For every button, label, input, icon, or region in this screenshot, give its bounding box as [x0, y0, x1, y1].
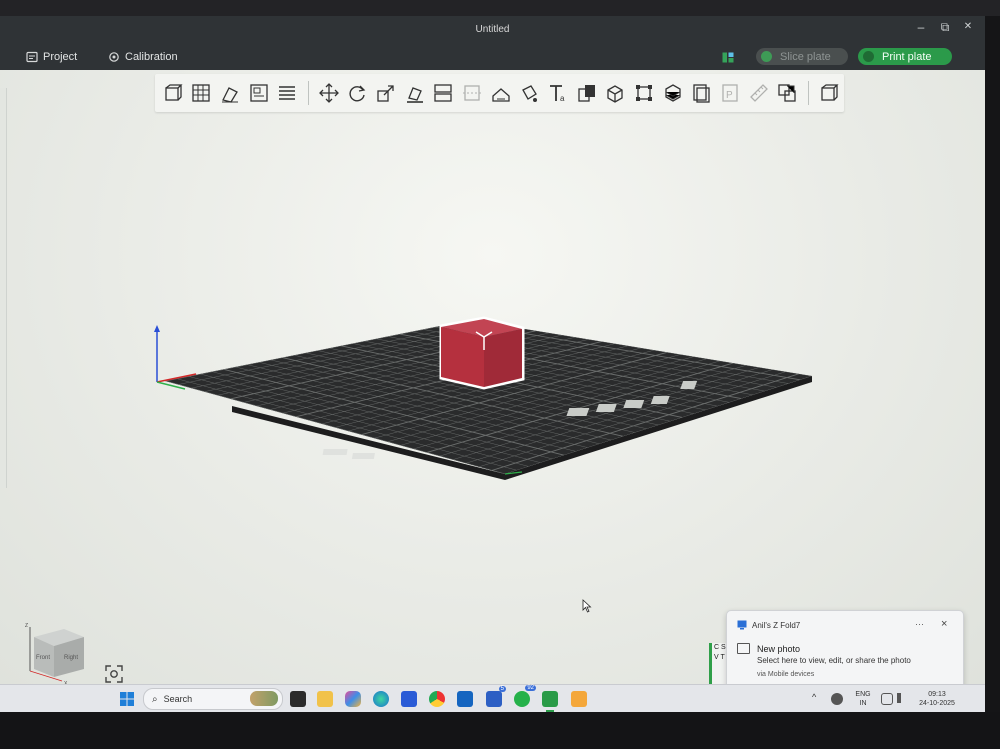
cube-left-face	[441, 327, 484, 387]
model-cube[interactable]	[439, 316, 525, 390]
taskbar-search[interactable]: ⌕ Search	[143, 688, 283, 710]
cube-right-face	[484, 329, 522, 387]
search-icon: ⌕	[152, 693, 158, 705]
teams-icon[interactable]: 5	[486, 686, 506, 707]
bed-label-tag	[351, 453, 375, 459]
language-code: ENG	[855, 691, 871, 698]
notification-close-icon[interactable]: ×	[941, 618, 947, 630]
edge-browser-icon[interactable]	[373, 691, 389, 707]
windows-taskbar: ⌕ Search 5 92 ^ ENG IN 09:13 24-10-2025	[0, 684, 985, 713]
mouse-cursor-icon	[582, 599, 592, 613]
language-region: IN	[859, 700, 867, 707]
chrome-icon[interactable]	[429, 691, 445, 707]
zoom-to-fit-icon[interactable]	[104, 664, 124, 684]
clock[interactable]: 09:13 24-10-2025	[915, 690, 959, 708]
show-hidden-icons[interactable]: ^	[812, 693, 816, 702]
photo-icon	[737, 643, 750, 654]
task-view-icon[interactable]	[290, 691, 306, 707]
screen: Untitled – ⧉ ✕ Project Calibration Slice…	[0, 16, 985, 684]
store-icon[interactable]	[401, 691, 417, 707]
navcube-front-label: Front	[36, 655, 50, 661]
monitor-bezel-top	[0, 0, 1000, 16]
navcube-z-label: Z	[25, 623, 28, 629]
z-axis-arrow-icon	[154, 325, 160, 332]
search-highlight-icon	[250, 691, 278, 706]
phone-link-icon	[737, 620, 747, 630]
notification-toast[interactable]: Anil's Z Fold7 ··· × New photo Select he…	[726, 610, 964, 684]
notification-header: Anil's Z Fold7	[737, 620, 800, 630]
whatsapp-badge: 92	[525, 685, 536, 691]
whatsapp-icon[interactable]: 92	[514, 685, 536, 707]
file-explorer-icon[interactable]	[317, 691, 333, 707]
language-indicator[interactable]: ENG IN	[852, 690, 874, 708]
display-icon[interactable]	[881, 693, 893, 705]
navcube-right-label: Right	[64, 655, 78, 661]
monitor-bezel-right	[985, 16, 1000, 712]
teams-badge: 5	[498, 686, 506, 692]
notification-body: Select here to view, edit, or share the …	[757, 656, 911, 665]
notification-title: New photo	[757, 644, 801, 654]
monitor-bezel-bottom	[0, 712, 1000, 749]
network-icon[interactable]	[831, 693, 843, 705]
app-icon[interactable]	[571, 691, 587, 707]
bambu-studio-icon[interactable]	[542, 691, 558, 707]
notification-app-name: Anil's Z Fold7	[752, 620, 801, 630]
copilot-icon[interactable]	[345, 691, 361, 707]
build-scene[interactable]	[0, 16, 985, 684]
notification-footer: via Mobile devices	[757, 671, 815, 678]
clock-time: 09:13	[928, 691, 946, 698]
bed-label-tag	[322, 449, 348, 455]
view-navigation-cube[interactable]: Front Right Z X	[18, 619, 90, 684]
volume-icon[interactable]	[897, 693, 911, 703]
outlook-icon[interactable]	[457, 691, 473, 707]
notification-more-button[interactable]: ···	[915, 619, 924, 629]
clock-date: 24-10-2025	[919, 700, 955, 707]
search-label: Search	[163, 694, 193, 704]
start-icon[interactable]	[120, 692, 134, 706]
